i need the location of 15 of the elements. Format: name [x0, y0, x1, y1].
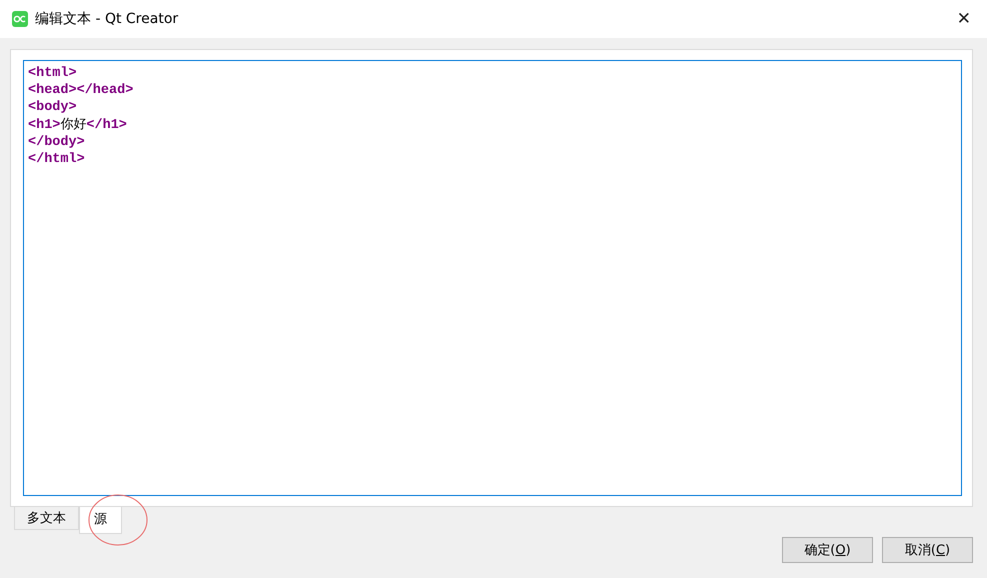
dialog-button[interactable]: 取消(C) — [882, 537, 973, 563]
source-editor[interactable]: <html> <head></head> <body> <h1>你好</h1> </body> </html> — [23, 60, 962, 496]
dialog-button[interactable]: 确定(O) — [782, 537, 873, 563]
tab[interactable]: 多文本 — [14, 507, 79, 530]
code-line: <body> — [28, 99, 78, 116]
code-line: </body> — [28, 134, 86, 151]
code-line: <head></head> — [28, 82, 134, 99]
window-title: 编辑文本 - Qt Creator — [35, 10, 180, 28]
highlight-circle — [88, 494, 148, 546]
code-line: <html> — [28, 65, 78, 82]
code-line: <h1>你好</h1> — [28, 116, 128, 134]
code-line: </html> — [28, 151, 86, 168]
app-logo-icon — [12, 11, 28, 27]
close-button[interactable]: ✕ — [956, 9, 971, 29]
tab[interactable]: 源 — [79, 507, 122, 534]
